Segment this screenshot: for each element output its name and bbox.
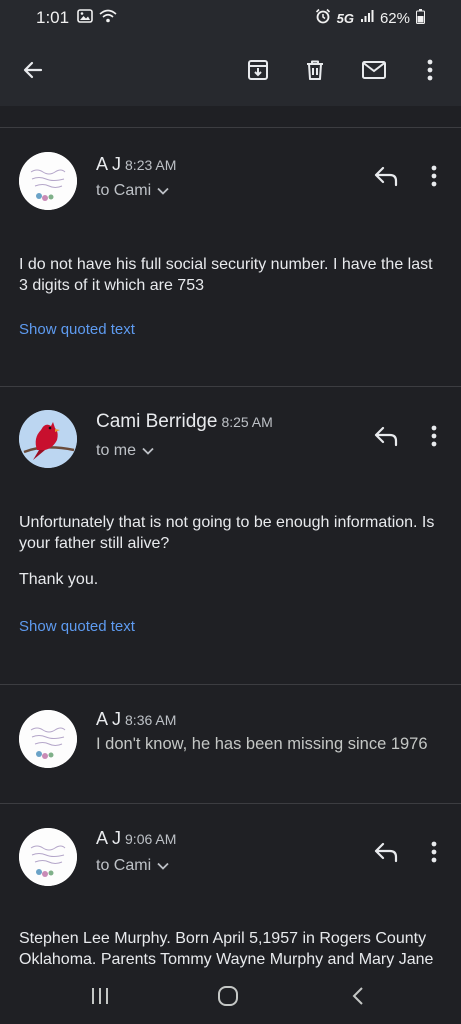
chevron-down-icon	[142, 442, 154, 460]
reply-icon[interactable]	[368, 158, 404, 194]
battery-icon	[416, 8, 425, 28]
recipient-label: to Cami	[96, 857, 152, 874]
reply-icon[interactable]	[368, 418, 404, 454]
message-card[interactable]: A J 9:06 AM to Cami Stephen Lee Murphy. B…	[0, 804, 461, 968]
message-body: Stephen Lee Murphy. Born April 5,1957 in…	[19, 930, 434, 968]
message-time: 8:25 AM	[221, 414, 273, 430]
more-vert-icon[interactable]	[420, 418, 448, 454]
recipient-toggle[interactable]: to Cami	[96, 857, 169, 875]
avatar[interactable]	[19, 410, 77, 468]
recipient-toggle[interactable]: to me	[96, 442, 154, 460]
avatar[interactable]	[19, 710, 77, 768]
sender-name: A J	[96, 828, 122, 848]
recipient-label: to me	[96, 442, 137, 459]
archive-icon[interactable]	[240, 52, 276, 88]
message-snippet: I don't know, he has been missing since …	[96, 735, 428, 753]
recipient-toggle[interactable]: to Cami	[96, 182, 169, 200]
sender-name: Cami Berridge	[96, 411, 218, 432]
network-label: 5G	[336, 10, 354, 26]
home-icon[interactable]	[208, 982, 248, 1010]
back-icon[interactable]	[338, 982, 378, 1010]
reply-icon[interactable]	[368, 834, 404, 870]
message-body: Thank you.	[19, 571, 99, 588]
recents-icon[interactable]	[80, 982, 120, 1010]
back-arrow-icon[interactable]	[15, 52, 51, 88]
message-card-collapsed[interactable]: A J 8:36 AM I don't know, he has been mis…	[0, 685, 461, 803]
message-body: I do not have his full social security n…	[19, 256, 433, 294]
system-nav-bar	[0, 968, 461, 1024]
message-card[interactable]: A J 8:23 AM to Cami I do not have his ful…	[0, 128, 461, 386]
more-vert-icon[interactable]	[420, 834, 448, 870]
chevron-down-icon	[157, 182, 169, 200]
sender-line: A J 9:06 AM	[96, 828, 176, 849]
sender-line: A J 8:36 AM	[96, 709, 176, 730]
message-time: 8:23 AM	[125, 157, 177, 173]
sender-name: A J	[96, 154, 122, 174]
battery-label: 62%	[379, 9, 410, 27]
email-toolbar	[0, 36, 461, 106]
sender-line: Cami Berridge 8:25 AM	[96, 411, 273, 433]
recipient-label: to Cami	[96, 182, 152, 199]
show-quoted-text-link[interactable]: Show quoted text	[19, 321, 135, 338]
mark-unread-icon[interactable]	[356, 52, 392, 88]
avatar[interactable]	[19, 152, 77, 210]
gallery-icon	[77, 9, 93, 28]
delete-icon[interactable]	[297, 52, 333, 88]
alarm-icon	[315, 8, 331, 28]
message-time: 8:36 AM	[125, 712, 177, 728]
avatar[interactable]	[19, 828, 77, 886]
more-vert-icon[interactable]	[420, 158, 448, 194]
show-quoted-text-link[interactable]: Show quoted text	[19, 618, 135, 635]
status-time: 1:01	[36, 8, 70, 27]
signal-icon	[360, 9, 374, 27]
sender-name: A J	[96, 709, 122, 729]
more-vert-icon[interactable]	[412, 52, 448, 88]
chevron-down-icon	[157, 857, 169, 875]
message-time: 9:06 AM	[125, 831, 177, 847]
sender-line: A J 8:23 AM	[96, 154, 176, 175]
wifi-icon	[99, 9, 117, 28]
message-body: Unfortunately that is not going to be en…	[19, 514, 435, 552]
message-card[interactable]: Cami Berridge 8:25 AM to me Unfortunately…	[0, 387, 461, 684]
status-bar: 1:01 5G 62%	[0, 0, 461, 36]
